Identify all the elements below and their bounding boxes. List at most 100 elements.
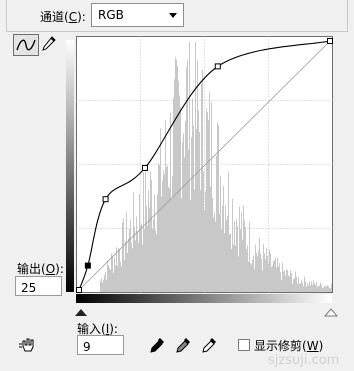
histogram-bar — [170, 113, 171, 293]
histogram-bar — [240, 229, 241, 292]
output-value: 25 — [21, 281, 37, 295]
histogram-bar — [155, 230, 156, 292]
histogram-bar — [202, 69, 203, 292]
histogram-bar — [198, 110, 199, 292]
curve-control-point[interactable] — [327, 38, 333, 44]
histogram-bar — [317, 287, 318, 292]
histogram-bar — [206, 108, 207, 292]
histogram-bar — [301, 280, 302, 292]
histogram-bar — [243, 205, 244, 292]
histogram-bar — [212, 197, 213, 292]
histogram-bar — [131, 242, 132, 292]
histogram-bar — [191, 137, 192, 292]
histogram-bar — [293, 279, 294, 292]
histogram-bar — [183, 133, 184, 292]
histogram-bar — [296, 276, 297, 292]
histogram-bar — [193, 126, 194, 293]
histogram-bar — [330, 288, 331, 292]
histogram-bar — [242, 239, 243, 292]
histogram-bar — [223, 185, 224, 292]
histogram-bar — [278, 266, 279, 292]
histogram-bar — [172, 176, 173, 292]
histogram-bar — [207, 112, 208, 293]
show-clipping-label[interactable]: 显示修剪(W) — [254, 337, 323, 354]
histogram-bar — [174, 79, 175, 292]
black-eyedropper-icon[interactable] — [148, 336, 166, 356]
hand-adjust-icon[interactable] — [18, 335, 40, 355]
histogram-bar — [109, 267, 110, 292]
histogram-bar — [300, 283, 301, 292]
curve-control-point[interactable] — [102, 196, 109, 203]
histogram-bar — [144, 228, 145, 292]
histogram-bar — [310, 285, 311, 292]
histogram-bar — [256, 252, 257, 292]
histogram-bar — [107, 260, 108, 292]
histogram-bar — [168, 186, 169, 292]
histogram-bar — [264, 253, 265, 292]
histogram-bar — [236, 219, 237, 292]
histogram-bar — [219, 214, 220, 292]
histogram-bar — [323, 287, 324, 292]
histogram-bar — [173, 97, 174, 292]
histogram-bar — [128, 238, 129, 292]
curve-control-point[interactable] — [214, 63, 221, 70]
histogram-bar — [194, 189, 195, 292]
histogram-bar — [255, 244, 256, 292]
histogram-bar — [218, 125, 219, 293]
histogram-bar — [196, 128, 197, 292]
curve-control-point[interactable] — [141, 164, 148, 171]
histogram-bar — [309, 281, 310, 292]
white-eyedropper-icon[interactable] — [200, 336, 218, 356]
histogram-bar — [136, 216, 137, 292]
histogram-bar — [222, 205, 223, 292]
histogram-bar — [241, 212, 242, 292]
white-point-slider[interactable] — [323, 308, 339, 317]
curve-control-point[interactable] — [76, 287, 82, 293]
histogram-bar — [248, 261, 249, 292]
histogram-bar — [235, 245, 236, 292]
histogram-bar — [225, 205, 226, 292]
histogram-bar — [234, 221, 235, 292]
histogram-bar — [121, 266, 122, 292]
histogram-bar — [205, 191, 206, 292]
histogram-bar — [145, 171, 146, 292]
histogram-bar — [115, 265, 116, 292]
histogram-bar — [239, 206, 240, 292]
histogram-bar — [238, 256, 239, 292]
show-clipping-checkbox[interactable] — [238, 339, 250, 351]
curve-control-point[interactable] — [84, 262, 91, 269]
histogram-bar — [164, 174, 165, 292]
histogram-bar — [313, 280, 314, 292]
histogram-bar — [117, 265, 118, 292]
histogram-bar — [321, 284, 322, 292]
histogram-bar — [270, 253, 271, 292]
gray-eyedropper-icon[interactable] — [174, 336, 192, 356]
histogram-bar — [320, 282, 321, 292]
histogram-bar — [308, 285, 309, 292]
histogram-bar — [209, 91, 210, 292]
histogram-bar — [118, 247, 119, 292]
histogram-bar — [251, 264, 252, 292]
histogram-bar — [297, 283, 298, 292]
histogram-bar — [231, 249, 232, 292]
histogram-bar — [314, 283, 315, 292]
histogram-bar — [228, 171, 229, 292]
histogram-bar — [105, 272, 106, 292]
output-field[interactable]: 25 — [15, 276, 62, 296]
output-label: 输出(O): — [17, 262, 64, 276]
black-point-slider[interactable] — [75, 309, 87, 316]
curves-graph[interactable] — [0, 0, 354, 371]
histogram-bar — [282, 262, 283, 292]
histogram-bar — [159, 164, 160, 292]
histogram-bar — [245, 226, 246, 292]
histogram-bar — [326, 285, 327, 292]
histogram-bar — [179, 95, 180, 292]
histogram-bar — [305, 281, 306, 292]
input-field[interactable]: 9 — [77, 335, 124, 355]
histogram-bar — [244, 220, 245, 292]
histogram-bar — [316, 281, 317, 292]
histogram-bar — [271, 267, 272, 292]
histogram-bar — [220, 175, 221, 292]
histogram-bar — [327, 285, 328, 292]
histogram-bar — [116, 247, 117, 292]
